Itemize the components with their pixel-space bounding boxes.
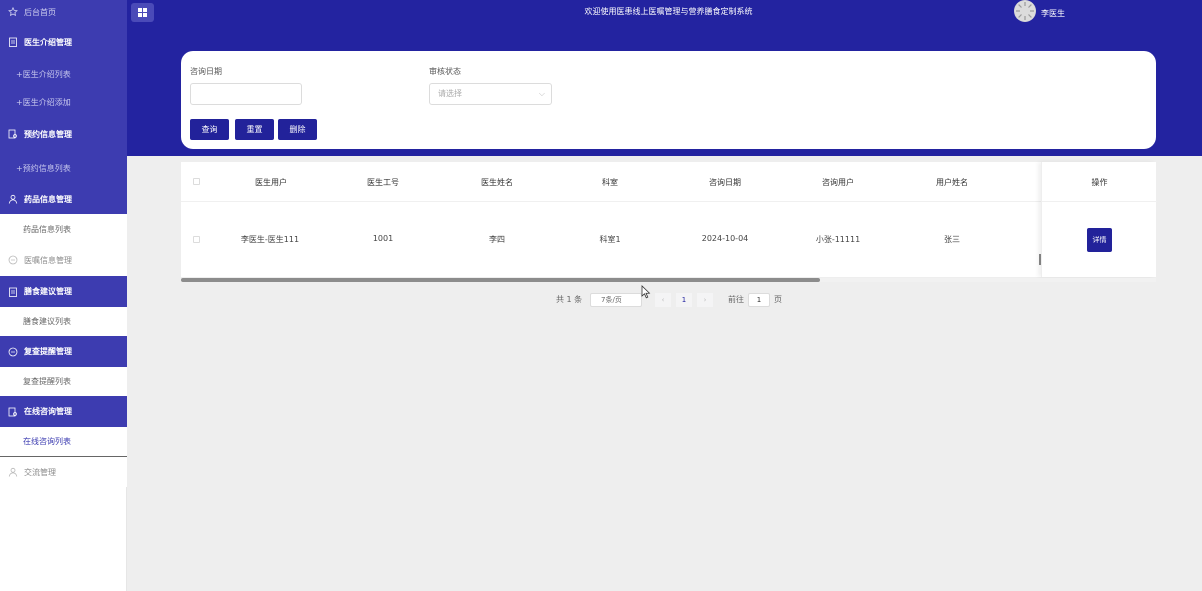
- sidebar-group-doctor-intro[interactable]: 医生介绍管理: [0, 24, 127, 60]
- date-label: 咨询日期: [190, 67, 222, 76]
- query-button[interactable]: 查询: [190, 119, 229, 140]
- sidebar-group-label: 膳食建议管理: [24, 287, 72, 296]
- sidebar-item-appointment-list[interactable]: +预约信息列表: [0, 152, 127, 184]
- mouse-cursor-icon: [641, 285, 651, 299]
- sidebar-group-label: 复查提醒管理: [24, 347, 72, 356]
- detail-button[interactable]: 详情: [1087, 228, 1112, 252]
- cell-consult-user: 小张-11111: [815, 235, 861, 244]
- sidebar-item-doctor-intro-list[interactable]: +医生介绍列表: [0, 60, 127, 88]
- column-header: 医生工号: [367, 178, 399, 187]
- status-select[interactable]: 请选择 ⌵: [429, 83, 552, 105]
- page-size-select[interactable]: 7条/页: [590, 293, 642, 307]
- user-icon: [8, 467, 18, 477]
- status-placeholder: 请选择: [438, 89, 462, 98]
- page-size-value: 7条/页: [601, 296, 622, 304]
- column-header: 科室: [602, 178, 618, 187]
- scrollbar-thumb[interactable]: [181, 278, 820, 282]
- loading-spinner-icon: [1015, 1, 1035, 21]
- goto-label: 前往: [728, 295, 744, 304]
- cell-dept: 科室1: [599, 235, 621, 244]
- page-number-1[interactable]: 1: [676, 293, 692, 307]
- horizontal-scrollbar[interactable]: [181, 278, 1156, 282]
- sidebar-item-review-list[interactable]: 复查提醒列表: [0, 367, 127, 396]
- sidebar-group-label: 预约信息管理: [24, 129, 72, 139]
- consult-date-input[interactable]: [190, 83, 302, 105]
- cell-doctor-no: 1001: [372, 234, 394, 243]
- chat-bubble-icon: [8, 347, 18, 356]
- pagination-total: 共 1 条: [556, 295, 583, 304]
- sidebar-item-label: +医生介绍添加: [16, 97, 71, 107]
- sidebar-item-consult-list[interactable]: 在线咨询列表: [0, 427, 127, 457]
- sidebar-group-review[interactable]: 复查提醒管理: [0, 336, 127, 367]
- column-header: 用户姓名: [936, 178, 968, 187]
- sidebar-item-label: 膳食建议列表: [23, 317, 71, 326]
- sidebar-item-home[interactable]: 后台首页: [0, 0, 127, 24]
- chat-bubble-icon: [8, 255, 18, 265]
- avatar[interactable]: [1014, 0, 1036, 22]
- sidebar-group-medicine[interactable]: 药品信息管理: [0, 184, 127, 214]
- reset-button[interactable]: 重置: [235, 119, 274, 140]
- status-label: 审核状态: [429, 67, 461, 76]
- document-search-icon: [8, 129, 17, 139]
- sidebar-item-medical-advice[interactable]: 医嘱信息管理: [0, 244, 127, 276]
- column-header: 操作: [1091, 178, 1108, 187]
- sidebar-item-label: 在线咨询列表: [23, 437, 71, 446]
- sidebar-group-diet[interactable]: 膳食建议管理: [0, 276, 127, 307]
- page-unit-label: 页: [774, 295, 782, 304]
- sidebar-item-label: +医生介绍列表: [16, 69, 71, 79]
- sidebar-item-label: 后台首页: [24, 7, 56, 17]
- next-page-button[interactable]: ›: [697, 293, 713, 307]
- sidebar-group-appointment[interactable]: 预约信息管理: [0, 116, 127, 152]
- select-all-checkbox[interactable]: [193, 178, 200, 185]
- sidebar-group-label: 医生介绍管理: [24, 37, 72, 47]
- column-header: 医生姓名: [481, 178, 513, 187]
- column-header: 咨询用户: [822, 178, 854, 187]
- sidebar-item-label: +预约信息列表: [16, 163, 71, 173]
- cell-doctor-user: 李医生-医生111: [240, 235, 300, 244]
- row-divider: [1042, 201, 1157, 202]
- clipboard-icon: [9, 37, 17, 47]
- cell-doctor-name: 李四: [489, 235, 505, 244]
- goto-page-input[interactable]: 1: [748, 293, 770, 307]
- delete-button[interactable]: 删除: [278, 119, 317, 140]
- sidebar-item-label: 医嘱信息管理: [24, 255, 72, 265]
- sidebar-group-consult[interactable]: 在线咨询管理: [0, 396, 127, 427]
- sidebar-item-label: 复查提醒列表: [23, 377, 71, 386]
- user-icon: [8, 194, 18, 204]
- sidebar: 后台首页 医生介绍管理 +医生介绍列表 +医生介绍添加 预约信息管理 +预约信息…: [0, 0, 127, 591]
- sidebar-item-diet-list[interactable]: 膳食建议列表: [0, 307, 127, 336]
- row-checkbox[interactable]: [193, 236, 200, 243]
- column-header: 医生用户: [255, 178, 287, 187]
- column-header: 咨询日期: [709, 178, 741, 187]
- search-panel: 咨询日期 审核状态 请选择 ⌵ 查询 重置 删除: [181, 51, 1156, 149]
- clipboard-icon: [9, 287, 17, 297]
- username[interactable]: 李医生: [1041, 8, 1065, 19]
- document-search-icon: [8, 407, 17, 416]
- sidebar-item-label: 交流管理: [24, 467, 56, 477]
- sidebar-item-communication[interactable]: 交流管理: [0, 457, 127, 487]
- chevron-down-icon: ⌵: [538, 89, 545, 98]
- row-divider: [181, 201, 1156, 202]
- cell-consult-date: 2024-10-04: [701, 234, 749, 243]
- sidebar-group-label: 药品信息管理: [24, 194, 72, 204]
- cell-user-name: 张三: [944, 235, 960, 244]
- sidebar-item-doctor-intro-add[interactable]: +医生介绍添加: [0, 88, 127, 116]
- fixed-action-column: 操作 详情: [1041, 162, 1157, 277]
- star-icon: [8, 7, 18, 17]
- data-table: 医生用户 医生工号 医生姓名 科室 咨询日期 咨询用户 用户姓名 李医生-医生1…: [181, 162, 1157, 277]
- sidebar-item-medicine-list[interactable]: 药品信息列表: [0, 214, 127, 244]
- sidebar-item-label: 药品信息列表: [23, 224, 71, 234]
- prev-page-button[interactable]: ‹: [655, 293, 671, 307]
- sidebar-group-label: 在线咨询管理: [24, 407, 72, 416]
